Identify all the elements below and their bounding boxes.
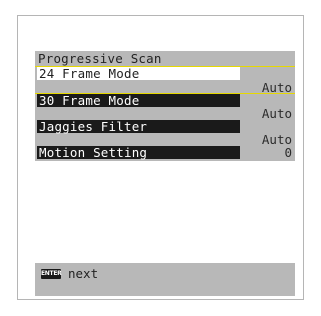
progressive-scan-menu: Progressive Scan 24 Frame Mode Auto 30 F… [35, 51, 295, 161]
navigation-hint-bar: ENTER next [35, 263, 295, 296]
hint-text: next [68, 266, 99, 281]
menu-item-value: 0 [284, 145, 292, 160]
menu-item-label: 24 Frame Mode [37, 67, 240, 80]
menu-item-label: 30 Frame Mode [37, 94, 240, 107]
menu-title: Progressive Scan [38, 51, 162, 66]
menu-item-label: Jaggies Filter [37, 120, 240, 133]
enter-key-icon: ENTER [41, 269, 62, 279]
menu-item-value: Auto [261, 80, 292, 95]
menu-item-label: Motion Setting [37, 146, 240, 159]
menu-item-value: Auto [261, 106, 292, 121]
